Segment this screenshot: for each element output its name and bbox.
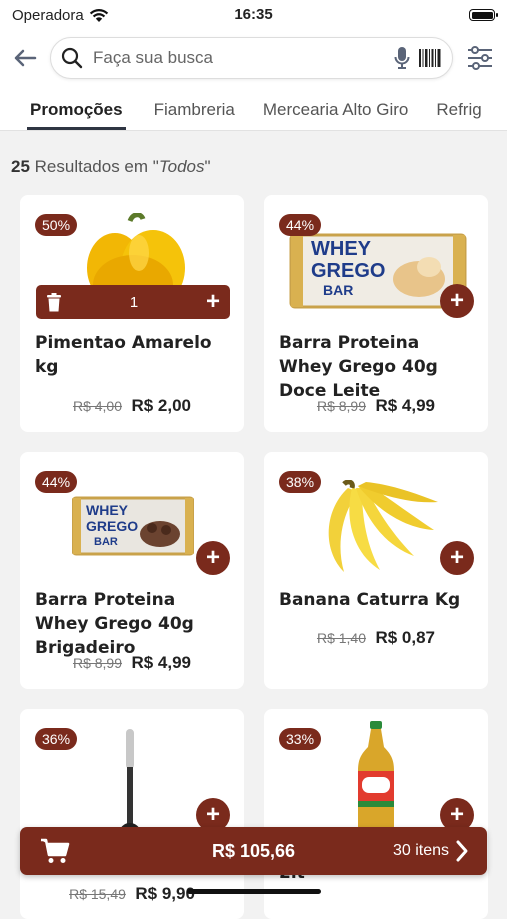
quantity-value: 1 <box>129 293 139 311</box>
soda-bottle-image <box>358 721 394 839</box>
price: R$ 0,87 <box>375 628 436 647</box>
price: R$ 9,90 <box>135 884 195 903</box>
barcode-icon[interactable] <box>418 48 442 68</box>
results-scope: Todos <box>158 157 205 176</box>
tab-refrigerantes[interactable]: Refrig <box>436 100 481 130</box>
banana-image <box>328 480 438 572</box>
wifi-icon <box>89 8 108 22</box>
cart-summary-bar[interactable]: R$ 105,66 30 itens <box>20 827 487 875</box>
product-name: Barra Proteina Whey Grego 40g Brigadeiro <box>35 590 194 658</box>
plus-icon[interactable]: + <box>206 290 220 314</box>
category-tabs: Promoções Fiambreria Mercearia Alto Giro… <box>0 86 507 131</box>
add-to-cart-button[interactable]: + <box>440 541 474 575</box>
results-summary: 25 Resultados em "Todos" <box>0 131 507 193</box>
sliders-icon <box>468 46 492 70</box>
whey-label-line3: BAR <box>323 282 353 298</box>
tab-fiambreria[interactable]: Fiambreria <box>154 100 235 130</box>
search-box[interactable] <box>50 37 453 79</box>
back-button[interactable] <box>10 48 40 68</box>
microphone-icon[interactable] <box>394 46 410 70</box>
results-text-end: " <box>204 157 211 176</box>
clock: 16:35 <box>234 6 273 23</box>
product-card[interactable]: 36% + R$ 15,49 R$ 9,90 <box>20 709 244 919</box>
product-name: Pimentao Amarelo kg <box>35 333 212 377</box>
add-to-cart-button[interactable]: + <box>440 284 474 318</box>
price-row: R$ 8,99 R$ 4,99 <box>264 396 488 416</box>
price-row: R$ 1,40 R$ 0,87 <box>264 628 488 648</box>
product-name: Banana Caturra Kg <box>279 590 461 610</box>
status-bar: Operadora 16:35 <box>0 0 507 30</box>
price-row: R$ 8,99 R$ 4,99 <box>20 653 244 673</box>
trash-icon[interactable] <box>46 292 62 312</box>
search-input[interactable] <box>91 47 386 69</box>
home-indicator <box>186 889 321 894</box>
chevron-right-icon <box>456 840 468 862</box>
quantity-stepper: 1 + <box>36 285 230 319</box>
plus-icon: + <box>449 801 464 828</box>
old-price: R$ 1,40 <box>316 630 367 646</box>
tab-mercearia-alto-giro[interactable]: Mercearia Alto Giro <box>263 100 409 130</box>
price: R$ 4,99 <box>131 653 192 672</box>
whey-label-line1: WHEY <box>86 502 129 518</box>
arrow-left-icon <box>14 49 37 67</box>
top-bar: Operadora 16:35 Faça sua busca Promoções… <box>0 0 507 131</box>
whey-bar-image: WHEY GREGO BAR <box>72 496 194 556</box>
discount-badge: 38% <box>279 471 322 493</box>
whey-label-line2: GREGO <box>311 260 385 282</box>
results-count: 25 <box>11 157 30 176</box>
plus-icon: + <box>449 287 464 314</box>
discount-badge: 44% <box>35 471 78 493</box>
plus-icon: + <box>205 544 220 571</box>
results-text: Resultados em " <box>34 157 159 176</box>
cart-total: R$ 105,66 <box>211 840 296 861</box>
price-row: R$ 15,49 R$ 9,90 <box>20 884 244 904</box>
old-price: R$ 8,99 <box>72 655 123 671</box>
tab-promocoes[interactable]: Promoções <box>27 100 126 130</box>
shopping-cart-icon <box>41 838 70 863</box>
carrier-label: Operadora <box>12 6 84 24</box>
product-card[interactable]: WHEY GREGO BAR 44% + Barra Proteina Whey… <box>20 452 244 689</box>
battery-icon <box>469 9 498 21</box>
filter-button[interactable] <box>463 45 497 71</box>
product-card[interactable]: 33% + 2lt <box>264 709 488 919</box>
discount-badge: 36% <box>35 728 78 750</box>
cart-item-count: 30 itens <box>392 842 449 859</box>
old-price: R$ 8,99 <box>316 398 367 414</box>
product-card[interactable]: 38% + Banana Caturra Kg R$ 1,40 R$ 0,87 <box>264 452 488 689</box>
whey-label-line2: GREGO <box>86 518 138 534</box>
whey-label-line1: WHEY <box>311 238 372 260</box>
whey-label-line3: BAR <box>94 536 118 548</box>
add-to-cart-button[interactable]: + <box>196 541 230 575</box>
product-name: Barra Proteina Whey Grego 40g Doce Leite <box>279 333 438 401</box>
price-row: R$ 4,00 R$ 2,00 <box>20 396 244 416</box>
search-icon <box>61 47 83 69</box>
discount-badge: 50% <box>35 214 78 236</box>
discount-badge: 33% <box>279 728 322 750</box>
discount-badge: 44% <box>279 214 322 236</box>
price: R$ 2,00 <box>131 396 192 415</box>
old-price: R$ 4,00 <box>72 398 123 414</box>
price: R$ 4,99 <box>375 396 436 415</box>
plus-icon: + <box>205 801 220 828</box>
product-card[interactable]: WHEY GREGO BAR 44% + Barra Proteina Whey… <box>264 195 488 432</box>
product-card[interactable]: 50% 1 + Pimentao Amarelo kg R$ 4,00 R$ 2… <box>20 195 244 432</box>
plus-icon: + <box>449 544 464 571</box>
